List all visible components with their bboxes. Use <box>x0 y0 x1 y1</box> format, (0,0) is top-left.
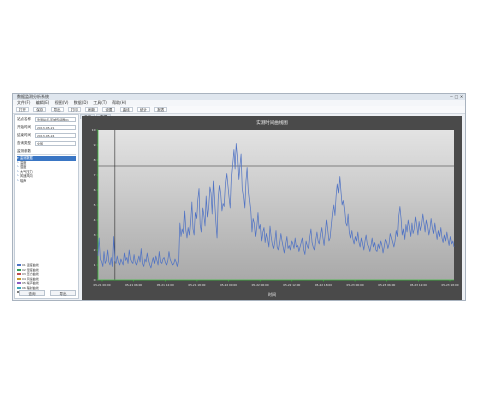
x-tick-label: 05-23 06:00 <box>378 283 395 287</box>
toolbar-button-save[interactable]: 保存 <box>33 107 47 112</box>
toolbar-button-curve[interactable]: 曲线 <box>119 107 133 112</box>
left-panel: 站点名称 监测站点-区域传感器01 开始时间 2013-05-21 结束时间 2… <box>14 114 79 299</box>
y-tick-label: 5 <box>94 203 96 207</box>
y-tick-label: 3 <box>94 233 96 237</box>
parameter-tree: ▾监测数据 └温度 └湿度 └大气压力 └风速风向 └噪声 <box>17 156 76 183</box>
x-tick-label: 05-22 00:00 <box>220 283 237 287</box>
x-tick-label: 05-21 18:00 <box>188 283 205 287</box>
legend-swatch <box>17 282 21 284</box>
legend-label: 01 温度曲线 <box>22 263 39 267</box>
legend-swatch <box>17 273 21 275</box>
tree-item-label: 温度 <box>20 160 27 165</box>
legend-label: 06 辐射曲线 <box>22 285 39 290</box>
toolbar-button-export[interactable]: 导出 <box>50 107 64 112</box>
x-tick-label: 05-22 18:00 <box>315 283 332 287</box>
x-tick-label: 05-21 12:00 <box>157 283 174 287</box>
query-type-select[interactable]: 全部 <box>35 141 76 146</box>
y-tick-label: 0 <box>94 278 96 282</box>
legend-label: 04 风速曲线 <box>22 276 39 281</box>
y-tick-label: 6 <box>94 188 96 192</box>
x-axis-label: 时间 <box>268 291 276 297</box>
x-tick-label: 05-23 18:00 <box>441 283 458 287</box>
start-date-field[interactable]: 2013-05-21 <box>35 125 76 130</box>
field-label: 结束时间 <box>17 133 31 137</box>
y-tick-label: 7 <box>94 173 96 177</box>
field-row-type: 查询类型 全部 <box>17 140 76 147</box>
toolbar: 打开 保存 导出 打印 刷新 设置 曲线 统计 报表 <box>13 106 465 114</box>
toolbar-button-settings[interactable]: 设置 <box>102 107 116 112</box>
field-row-end: 结束时间 2013-05-24 <box>17 132 76 139</box>
station-select[interactable]: 监测站点-区域传感器01 <box>35 117 76 122</box>
end-date-field[interactable]: 2013-05-24 <box>35 133 76 138</box>
x-tick-label: 05-21 00:00 <box>93 283 110 287</box>
field-label: 查询类型 <box>17 141 31 145</box>
tree-item-label: 风速风向 <box>20 174 33 178</box>
plot-area <box>98 130 454 280</box>
chart-panel: 实测时间曲线图 0 1 2 3 4 5 6 7 8 9 10 05-21 00:00 05-21 06… <box>82 116 462 300</box>
query-button[interactable]: 查询 <box>19 290 45 296</box>
toolbar-button-report[interactable]: 报表 <box>154 107 168 112</box>
export-button[interactable]: 导出 <box>50 290 76 296</box>
x-tick-label: 05-22 06:00 <box>252 283 269 287</box>
toolbar-button-print[interactable]: 打印 <box>67 107 81 112</box>
y-tick-label: 2 <box>94 248 96 252</box>
toolbar-button-open[interactable]: 打开 <box>16 107 29 112</box>
line-chart[interactable]: 实测时间曲线图 0 1 2 3 4 5 6 7 8 9 10 05-21 00:00 05-21 06… <box>82 116 462 300</box>
y-tick-label: 10 <box>92 128 96 132</box>
x-tick-label: 05-23 12:00 <box>410 283 427 287</box>
legend-label: 02 湿度曲线 <box>22 267 39 272</box>
legend-swatch <box>17 264 21 266</box>
tree-item-label: 大气压力 <box>20 169 33 174</box>
panel-buttons: 查询 导出 <box>17 290 76 296</box>
chart-title: 实测时间曲线图 <box>256 119 288 126</box>
y-tick-label: 8 <box>94 158 96 162</box>
legend-swatch <box>17 286 21 289</box>
field-row-start: 开始时间 2013-05-21 <box>17 124 76 131</box>
tree-section-label: 监测参数 <box>17 149 76 155</box>
tree-item[interactable]: └噪声 <box>17 179 76 184</box>
field-label: 站点名称 <box>17 117 31 121</box>
legend-label: 03 压力曲线 <box>22 272 39 276</box>
toolbar-button-refresh[interactable]: 刷新 <box>85 107 99 112</box>
toolbar-button-statistics[interactable]: 统计 <box>136 107 150 112</box>
tree-item-label: 湿度 <box>20 165 27 169</box>
y-tick-label: 1 <box>94 263 96 267</box>
legend-swatch <box>17 268 21 271</box>
x-tick-label: 05-22 12:00 <box>283 283 300 287</box>
x-tick-label: 05-21 06:00 <box>125 283 142 287</box>
x-tick-label: 05-23 00:00 <box>347 283 364 287</box>
legend-label: 05 噪声曲线 <box>22 281 39 285</box>
y-tick-label: 4 <box>94 218 96 222</box>
legend-swatch <box>17 277 21 280</box>
y-tick-label: 9 <box>94 143 96 147</box>
field-label: 开始时间 <box>17 125 31 129</box>
tree-item-label: 监测数据 <box>20 156 33 160</box>
tree-item-label: 噪声 <box>20 178 27 183</box>
field-row-station: 站点名称 监测站点-区域传感器01 <box>17 116 76 123</box>
